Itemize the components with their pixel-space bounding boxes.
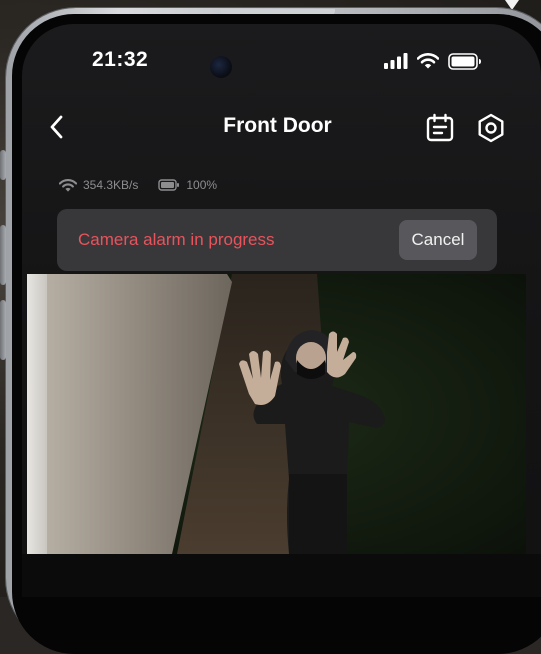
event-history-button[interactable]: [424, 112, 456, 144]
phone-side-button: [0, 225, 6, 285]
connection-speed: 354.3KB/s: [83, 178, 139, 192]
gear-hexagon-icon: [478, 113, 504, 143]
camera-feed-image: [27, 274, 526, 554]
battery-icon: [448, 52, 481, 70]
battery-icon: [158, 179, 180, 191]
settings-button[interactable]: [475, 112, 507, 144]
connection-info: 354.3KB/s 100%: [59, 178, 217, 192]
status-icons: [384, 52, 482, 70]
cancel-alarm-button[interactable]: Cancel: [399, 220, 477, 260]
phone-screen: 21:32 Front Door 354.3KB/s 100% Camera a…: [22, 24, 541, 597]
feed-control-area: [22, 554, 541, 597]
alarm-banner: Camera alarm in progress Cancel: [57, 209, 497, 271]
wifi-icon: [417, 53, 439, 69]
front-camera-icon: [210, 56, 232, 78]
camera-battery-level: 100%: [186, 178, 218, 192]
status-time: 21:32: [92, 48, 149, 71]
alarm-message: Camera alarm in progress: [78, 230, 275, 249]
phone-side-button: [0, 150, 6, 180]
calendar-list-icon: [426, 113, 454, 142]
page-title: Front Door: [223, 114, 332, 137]
camera-live-feed[interactable]: [27, 274, 526, 554]
signal-icon: [384, 53, 408, 69]
wifi-icon: [59, 178, 77, 192]
phone-side-button: [0, 300, 6, 360]
